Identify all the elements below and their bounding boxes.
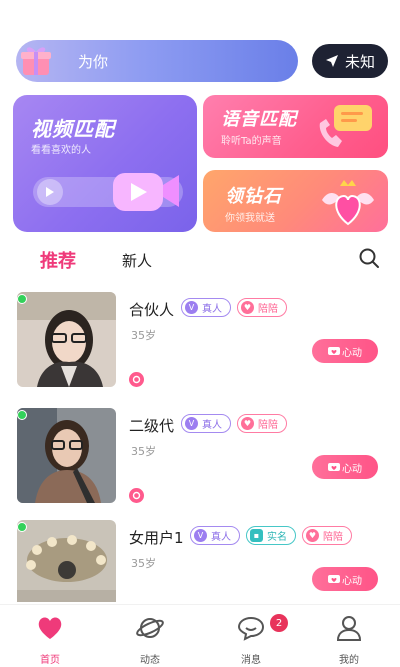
badge-group: V 真人 ♥ 陪陪	[181, 414, 287, 433]
location-button[interactable]: 未知	[312, 44, 388, 78]
top-bar: 为你 未知	[16, 40, 388, 82]
heart-icon	[38, 617, 62, 639]
video-match-title: 视频匹配	[31, 117, 115, 141]
person-icon	[336, 616, 362, 641]
online-indicator	[17, 410, 27, 420]
avatar[interactable]	[17, 408, 116, 503]
avatar[interactable]	[17, 292, 116, 387]
real-person-badge: V 真人	[181, 414, 231, 433]
chat-icon[interactable]	[129, 372, 144, 387]
nav-home[interactable]: 首页	[20, 615, 80, 666]
online-indicator	[17, 294, 27, 304]
online-indicator	[17, 522, 27, 532]
winged-heart-crown-icon	[322, 180, 374, 226]
real-name-badge: ▪ 实名	[246, 526, 296, 545]
diamond-title: 领钻石	[225, 186, 282, 207]
user-name: 合伙人	[129, 301, 175, 319]
message-count-badge: 2	[270, 614, 288, 632]
badge-group: V 真人 ▪ 实名 ♥ 陪陪	[190, 526, 352, 545]
video-camera-icon	[113, 173, 179, 211]
voice-match-card[interactable]: 语音匹配 聆听Ta的声音	[203, 95, 388, 158]
avatar[interactable]	[17, 520, 116, 602]
verified-v-icon: V	[185, 301, 198, 314]
chat-icon[interactable]	[129, 488, 144, 503]
gift-box-icon	[21, 47, 51, 75]
accompany-badge: ♥ 陪陪	[237, 414, 287, 433]
id-card-icon: ▪	[250, 529, 263, 542]
video-match-subtitle: 看看喜欢的人	[31, 145, 91, 156]
phone-message-icon	[319, 105, 372, 147]
heart-bubble-icon: ♥	[241, 417, 254, 430]
heart-bubble-icon: ♥	[306, 529, 319, 542]
user-age: 35岁	[131, 445, 156, 458]
for-you-label: 为你	[78, 53, 109, 71]
real-person-badge: V 真人	[181, 298, 231, 317]
verified-v-icon: V	[185, 417, 198, 430]
user-name: 女用户1	[129, 529, 184, 547]
location-label: 未知	[344, 52, 375, 71]
play-icon	[37, 179, 63, 205]
voice-match-title: 语音匹配	[221, 109, 297, 130]
chat-bubble-icon	[237, 616, 265, 641]
real-person-badge: V 真人	[190, 526, 240, 545]
tab-bar: 推荐 新人	[0, 243, 400, 275]
nav-mine[interactable]: 我的	[319, 615, 379, 666]
list-item[interactable]: 合伙人 V 真人 ♥ 陪陪 35岁 心动	[0, 292, 400, 392]
list-item[interactable]: 二级代 V 真人 ♥ 陪陪 35岁 心动	[0, 408, 400, 508]
accompany-badge: ♥ 陪陪	[237, 298, 287, 317]
heart-bubble-icon: ♥	[241, 301, 254, 314]
verified-v-icon: V	[194, 529, 207, 542]
list-item[interactable]: 女用户1 V 真人 ▪ 实名 ♥ 陪陪 35岁 心动	[0, 520, 400, 602]
diamond-subtitle: 你领我就送	[225, 213, 275, 224]
nav-moments[interactable]: 动态	[120, 615, 180, 666]
navigation-arrow-icon	[325, 55, 338, 67]
user-name: 二级代	[129, 417, 175, 435]
user-age: 35岁	[131, 329, 156, 342]
like-button[interactable]: 心动	[312, 455, 378, 479]
accompany-badge: ♥ 陪陪	[302, 526, 352, 545]
badge-group: V 真人 ♥ 陪陪	[181, 298, 287, 317]
heart-video-icon	[328, 347, 340, 355]
like-button[interactable]: 心动	[312, 339, 378, 363]
for-you-banner[interactable]: 为你	[16, 40, 298, 82]
diamond-card[interactable]: 领钻石 你领我就送	[203, 170, 388, 232]
tab-new[interactable]: 新人	[122, 250, 152, 271]
tab-recommend[interactable]: 推荐	[40, 247, 76, 273]
like-button[interactable]: 心动	[312, 567, 378, 591]
planet-icon	[136, 618, 164, 638]
search-icon[interactable]	[358, 247, 380, 269]
voice-match-subtitle: 聆听Ta的声音	[221, 136, 282, 147]
video-match-card[interactable]: 视频匹配 看看喜欢的人	[13, 95, 197, 232]
heart-video-icon	[328, 575, 340, 583]
bottom-nav: 首页 动态 消息 我的	[0, 604, 400, 667]
heart-video-icon	[328, 463, 340, 471]
user-list: 合伙人 V 真人 ♥ 陪陪 35岁 心动 二级代 V 真人 ♥ 陪陪 35岁 心…	[0, 290, 400, 602]
user-age: 35岁	[131, 557, 156, 570]
